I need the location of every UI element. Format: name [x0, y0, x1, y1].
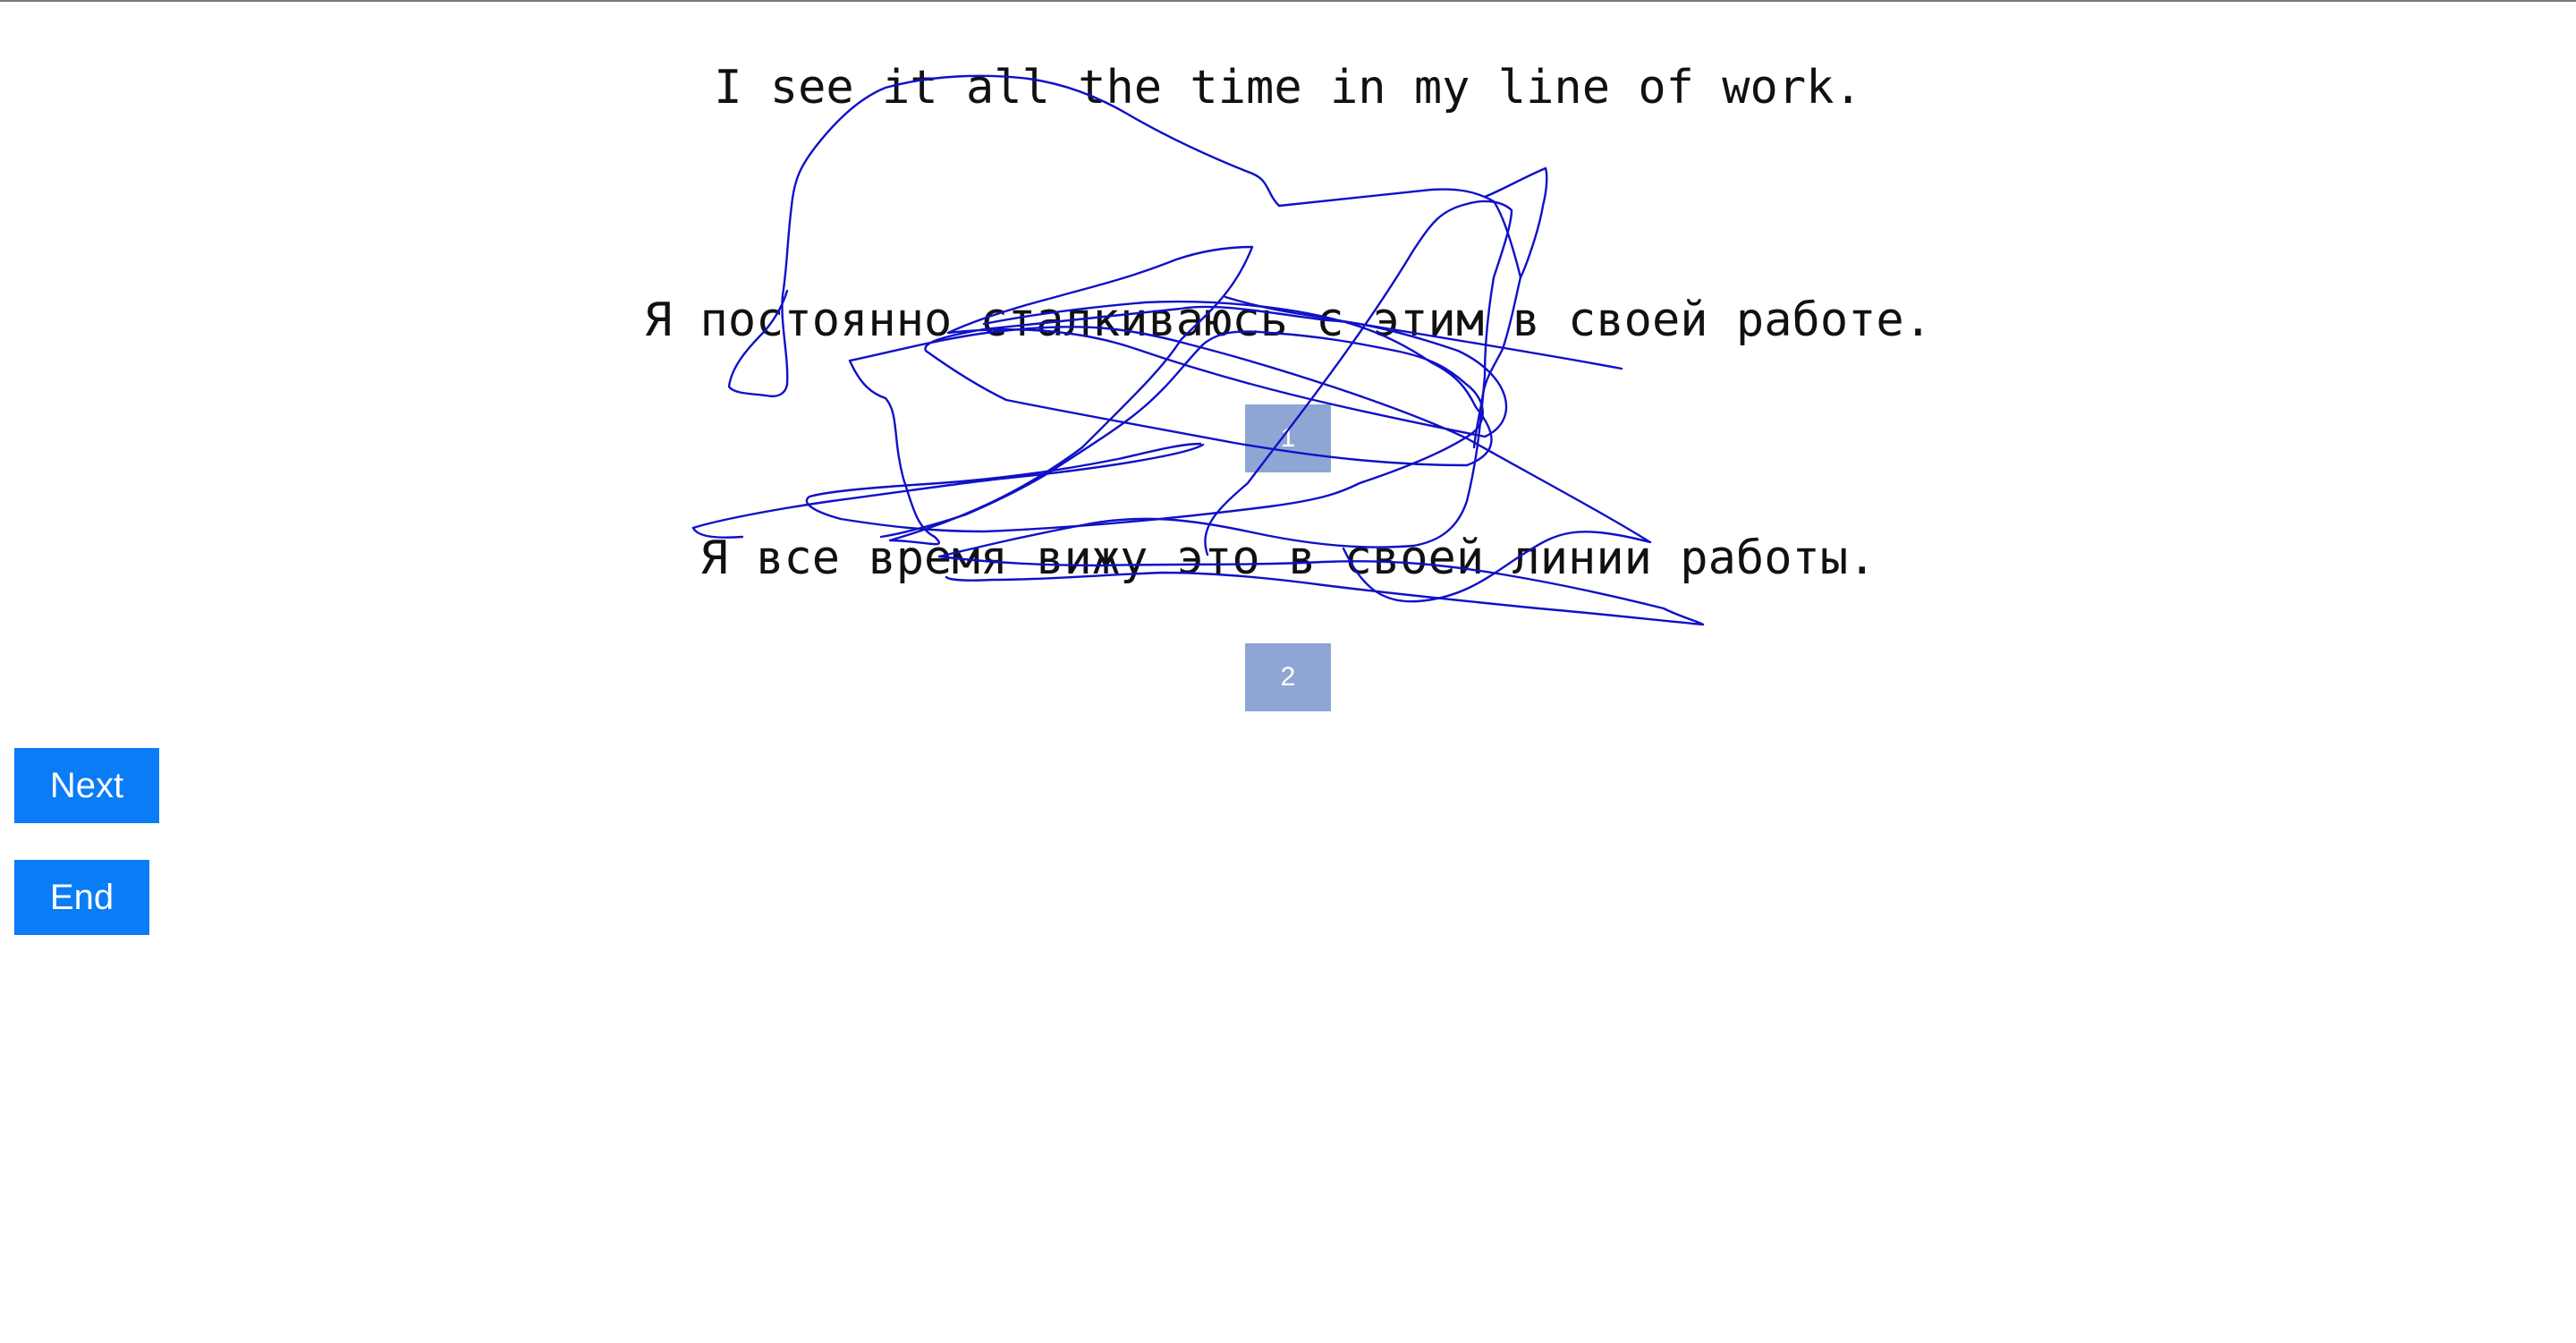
- scribble-stroke: [805, 330, 1484, 539]
- choice-button-2[interactable]: 2: [1245, 643, 1331, 711]
- end-button[interactable]: End: [14, 860, 149, 935]
- source-sentence: I see it all the time in my line of work…: [714, 61, 1862, 115]
- choice-button-1[interactable]: 1: [1245, 404, 1331, 472]
- scribble-stroke: [727, 74, 1133, 397]
- scribble-stroke: [1130, 115, 1522, 279]
- scribble-stroke: [1483, 166, 1548, 279]
- top-divider: [0, 0, 2576, 2]
- next-button[interactable]: Next: [14, 748, 159, 823]
- translation-sentence-2: Я все время вижу это в своей линии работ…: [699, 531, 1877, 585]
- translation-sentence-1: Я постоянно сталкиваюсь с этим в своей р…: [643, 293, 1933, 347]
- scribble-stroke: [691, 443, 1205, 530]
